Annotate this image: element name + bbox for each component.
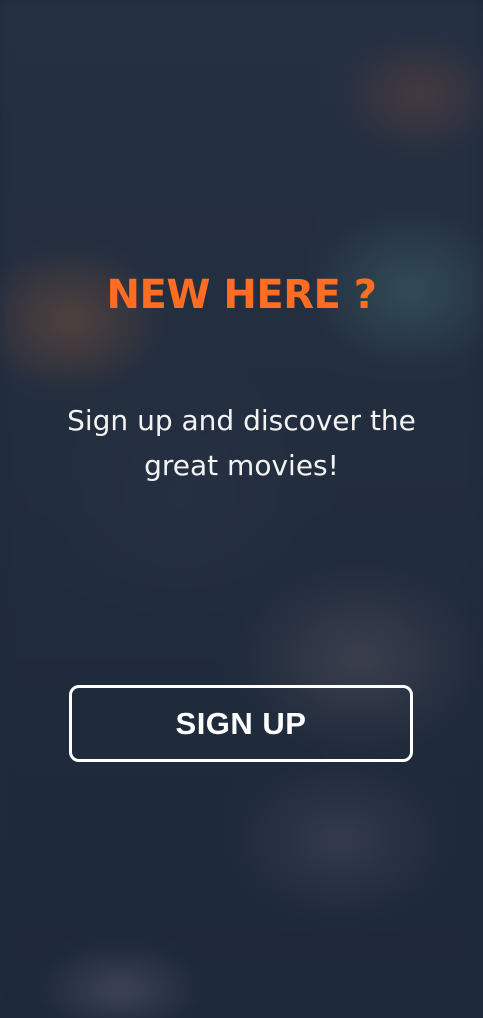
welcome-content: NEW HERE ? Sign up and discover the grea… [0, 0, 483, 1018]
signup-button[interactable]: SIGN UP [69, 685, 413, 762]
welcome-subtitle: Sign up and discover the great movies! [67, 404, 416, 482]
page-title: NEW HERE ? [106, 272, 377, 318]
welcome-screen: NEW HERE ? Sign up and discover the grea… [0, 0, 483, 1018]
